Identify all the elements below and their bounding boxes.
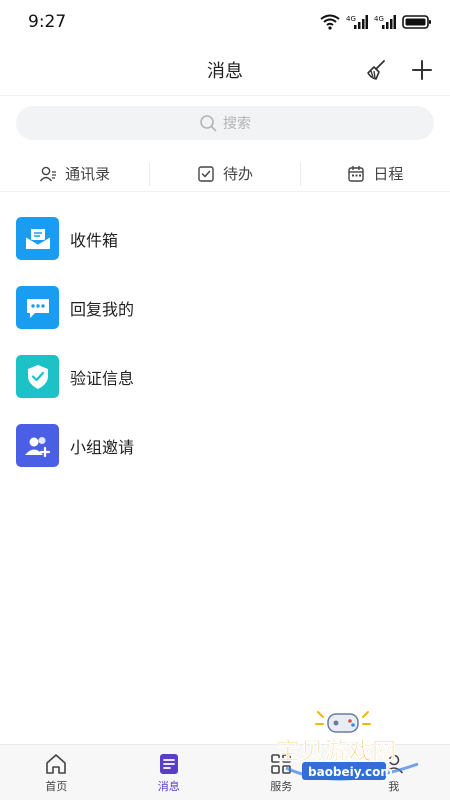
calendar-icon bbox=[348, 165, 365, 182]
nav-label: 首页 bbox=[45, 779, 68, 793]
verification-icon-tile bbox=[16, 355, 59, 398]
tab-label: 待办 bbox=[222, 165, 253, 183]
header-actions bbox=[364, 44, 434, 96]
nav-home[interactable]: 首页 bbox=[0, 745, 113, 800]
list-item-inbox[interactable]: 收件箱 bbox=[0, 204, 450, 273]
header: 消息 bbox=[0, 44, 450, 96]
message-doc-icon bbox=[159, 753, 178, 774]
tab-label: 通讯录 bbox=[65, 165, 111, 183]
nav-me[interactable]: 我 bbox=[338, 745, 450, 800]
status-bar: 9:27 4G 4G bbox=[0, 0, 450, 44]
list-item-verification[interactable]: 验证信息 bbox=[0, 342, 450, 411]
search-placeholder: 搜索 bbox=[223, 116, 251, 132]
list-item-label: 回复我的 bbox=[70, 299, 135, 319]
tab-label: 日程 bbox=[373, 165, 404, 183]
list-item-label: 验证信息 bbox=[70, 368, 135, 388]
battery-icon bbox=[402, 15, 431, 29]
signal-label: 4G bbox=[346, 15, 356, 23]
wifi-icon bbox=[320, 14, 340, 30]
replies-icon-tile bbox=[16, 286, 59, 329]
list-item-group-invite[interactable]: 小组邀请 bbox=[0, 411, 450, 480]
quick-tabs: 通讯录 待办 日程 bbox=[0, 156, 450, 192]
nav-label: 消息 bbox=[157, 779, 180, 793]
search-input[interactable]: 搜索 bbox=[16, 106, 434, 140]
plus-icon bbox=[412, 60, 432, 80]
home-icon bbox=[46, 753, 67, 774]
nav-label: 服务 bbox=[270, 779, 293, 793]
nav-label: 我 bbox=[388, 779, 400, 793]
envelope-icon bbox=[25, 228, 50, 249]
inbox-icon-tile bbox=[16, 217, 59, 260]
group-invite-icon-tile bbox=[16, 424, 59, 467]
group-add-icon bbox=[24, 436, 50, 457]
status-icons: 4G 4G bbox=[320, 14, 432, 30]
clear-button[interactable] bbox=[364, 58, 388, 82]
nav-services[interactable]: 服务 bbox=[225, 745, 338, 800]
status-time: 9:27 bbox=[28, 12, 67, 32]
chat-bubble-icon bbox=[26, 298, 49, 318]
nav-messages[interactable]: 消息 bbox=[113, 745, 226, 800]
user-icon bbox=[384, 754, 403, 774]
list-item-label: 小组邀请 bbox=[70, 437, 135, 457]
shield-check-icon bbox=[27, 364, 48, 389]
message-list: 收件箱 回复我的 验证信息 小组邀请 bbox=[0, 204, 450, 480]
broom-icon bbox=[367, 60, 385, 80]
grid-icon bbox=[271, 753, 292, 774]
contacts-icon bbox=[40, 166, 57, 181]
signal-icon-2: 4G bbox=[374, 15, 396, 29]
page-title: 消息 bbox=[207, 60, 243, 82]
add-button[interactable] bbox=[410, 58, 434, 82]
bottom-nav: 首页 消息 服务 我 bbox=[0, 744, 450, 800]
search-icon bbox=[200, 115, 217, 132]
tab-contacts[interactable]: 通讯录 bbox=[0, 162, 149, 186]
signal-icon: 4G bbox=[346, 15, 368, 29]
signal-label-2: 4G bbox=[374, 15, 384, 23]
list-item-replies[interactable]: 回复我的 bbox=[0, 273, 450, 342]
checkbox-icon bbox=[198, 165, 214, 182]
tab-schedule[interactable]: 日程 bbox=[299, 161, 450, 186]
tab-todo[interactable]: 待办 bbox=[149, 161, 299, 186]
list-item-label: 收件箱 bbox=[70, 230, 119, 250]
